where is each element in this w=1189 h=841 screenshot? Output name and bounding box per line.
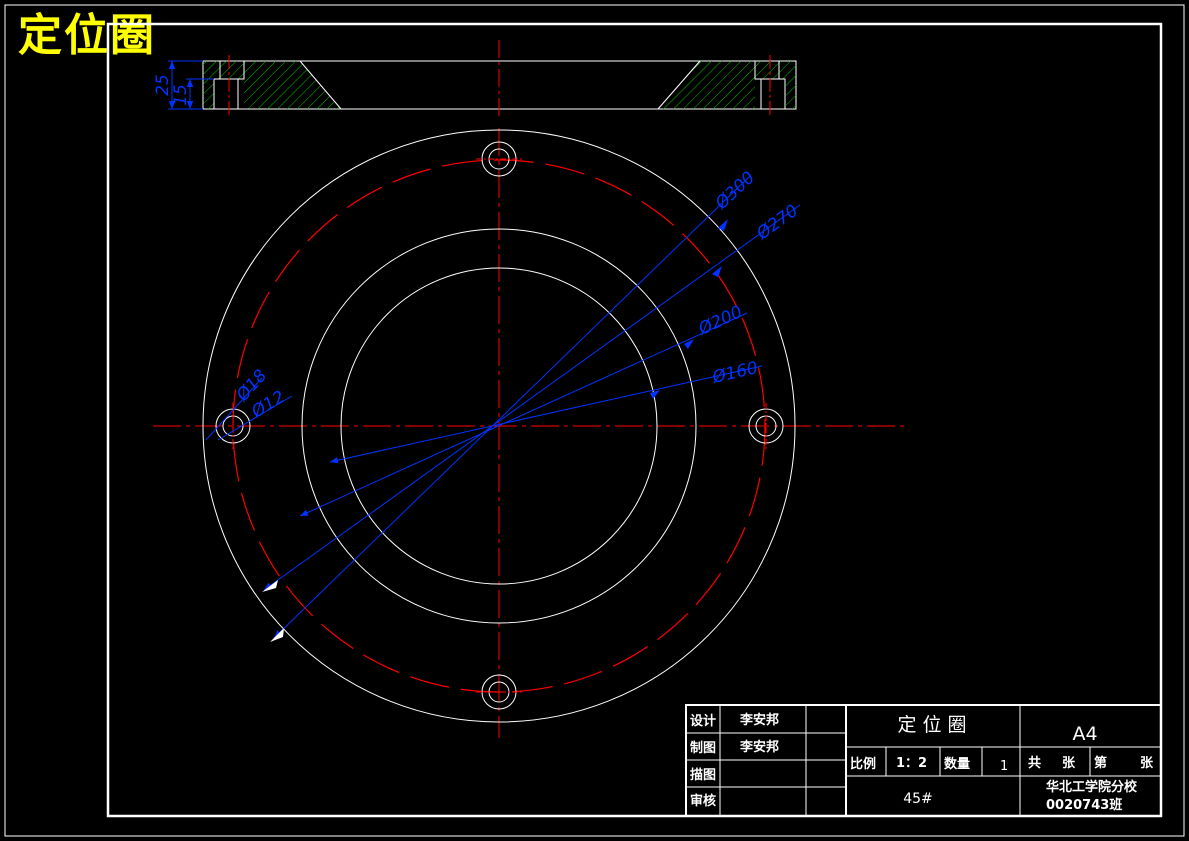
cad-drawing: 25 15 Ø300 Ø270 Ø200 Ø160 Ø18 Ø12 设计 李安邦… [4, 4, 1185, 837]
dim-height-25: 25 [153, 74, 173, 96]
design-label: 设计 [690, 713, 716, 729]
class-name: 0020743班 [1046, 797, 1122, 813]
dim-height-15: 15 [171, 84, 191, 106]
dim-d160: Ø160 [710, 358, 760, 388]
qty-value: 1 [1000, 759, 1008, 774]
review-label: 审核 [690, 793, 716, 809]
sheet-size: A4 [1072, 723, 1097, 745]
title-block: 设计 李安邦 制图 李安邦 描图 审核 定 位 圈 A4 比例 1：2 数量 1… [685, 704, 1162, 817]
sheet-unit-2: 张 [1140, 756, 1154, 771]
drawing-frame [106, 22, 1163, 818]
drawn-name: 李安邦 [739, 739, 779, 755]
dim-d270: Ø270 [752, 201, 802, 245]
plan-view: Ø300 Ø270 Ø200 Ø160 Ø18 Ø12 [153, 128, 905, 738]
dim-d200: Ø200 [695, 302, 746, 340]
qty-label: 数量 [944, 756, 970, 772]
dim-d300: Ø300 [711, 168, 759, 215]
school-name: 华北工学院分校 [1046, 779, 1138, 795]
page-label: 第 [1094, 755, 1107, 771]
drawn-label: 制图 [690, 740, 716, 756]
outer-border [4, 4, 1185, 837]
sheet-unit-1: 张 [1062, 756, 1076, 771]
scale-value: 1：2 [896, 756, 927, 771]
part-name: 定 位 圈 [897, 714, 966, 736]
trace-label: 描图 [690, 767, 716, 783]
design-name: 李安邦 [739, 712, 779, 728]
total-label: 共 [1028, 755, 1041, 771]
section-view: 25 15 [153, 40, 797, 118]
scale-label: 比例 [850, 756, 876, 772]
material: 45# [903, 791, 933, 807]
